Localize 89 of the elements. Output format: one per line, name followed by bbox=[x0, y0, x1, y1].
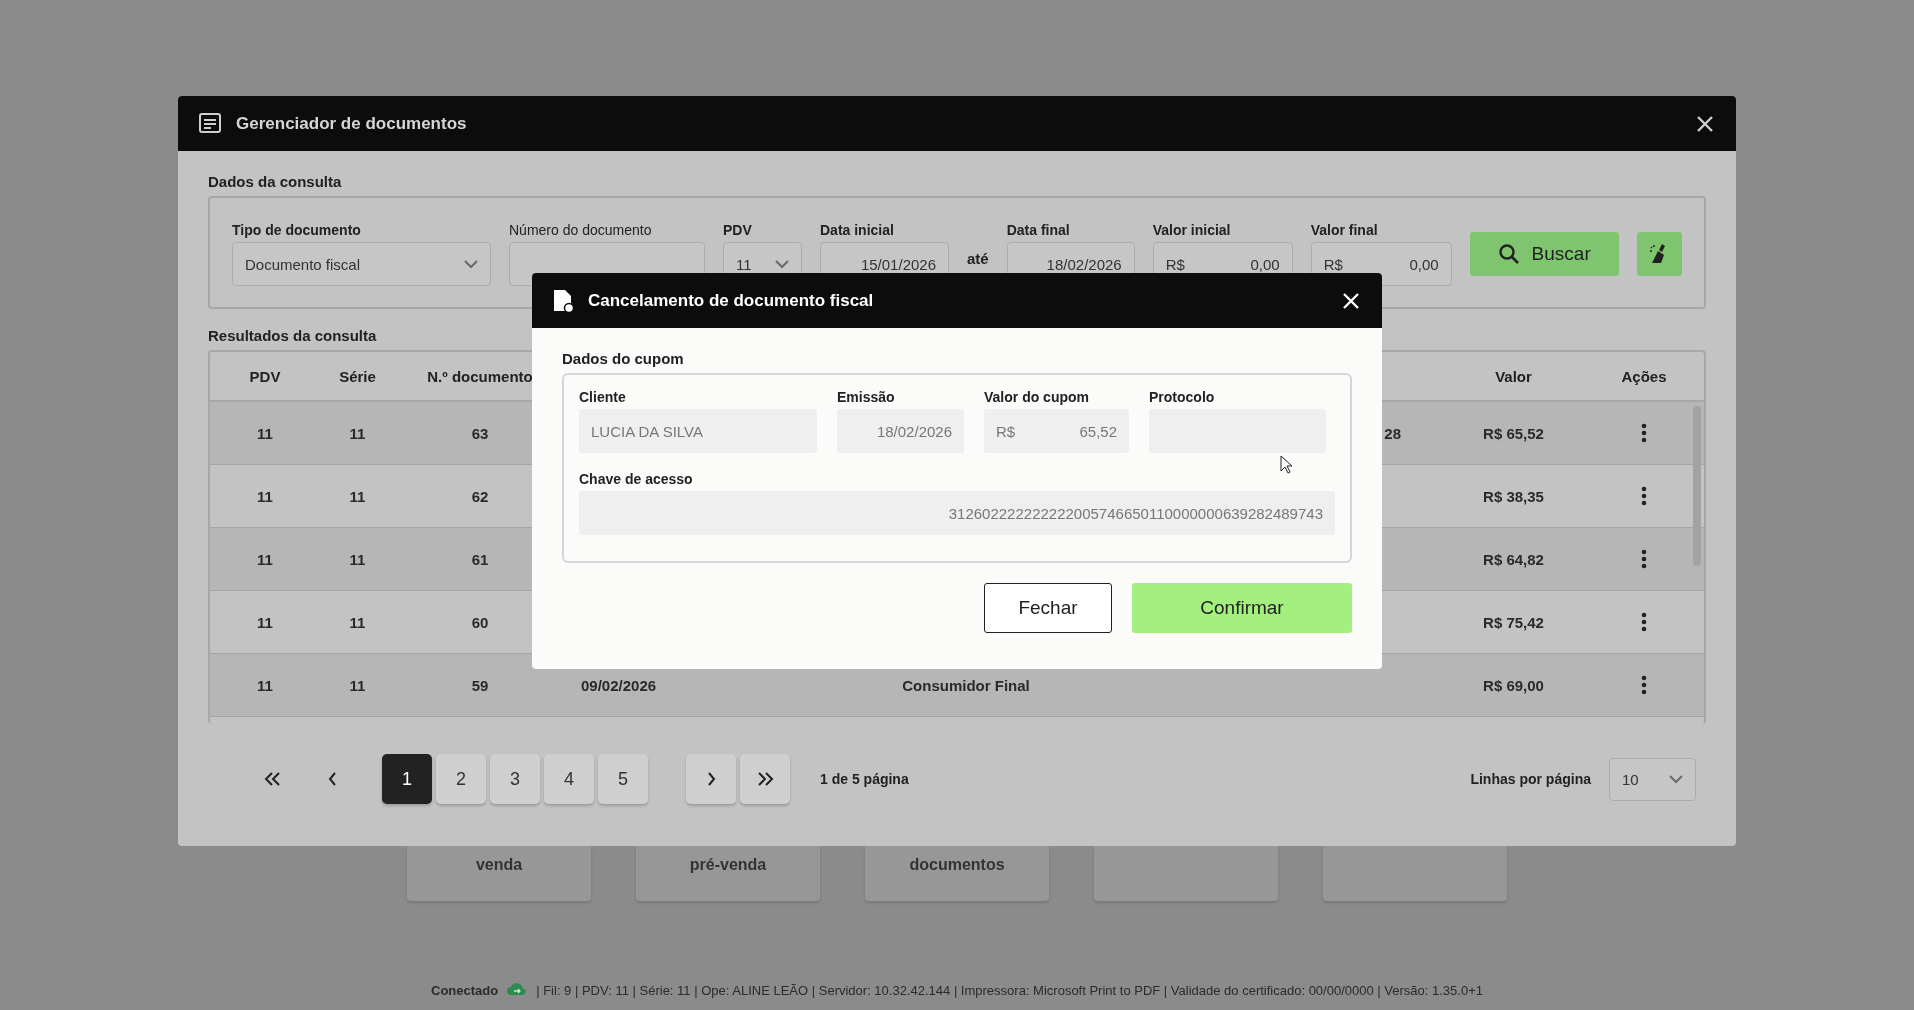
field-label: Data final bbox=[1006, 222, 1071, 238]
table-cell-text: 11 bbox=[256, 676, 274, 694]
table-cell-text: 61 bbox=[470, 550, 490, 568]
column-header: Ações bbox=[1620, 367, 1668, 385]
more-options-icon[interactable] bbox=[1639, 673, 1649, 697]
table-cell-text: 11 bbox=[348, 676, 367, 694]
menu-tile[interactable]: documentos bbox=[865, 846, 1049, 901]
menu-tile[interactable]: venda bbox=[407, 846, 591, 901]
section-title: Resultados da consulta bbox=[208, 327, 378, 344]
scrollbar[interactable] bbox=[1693, 406, 1701, 566]
clear-filters-button[interactable] bbox=[1636, 232, 1682, 276]
section-title: Dados do cupom bbox=[562, 350, 685, 367]
field-label: Emissão bbox=[837, 389, 896, 405]
table-cell-text: R$ 75,42 bbox=[1482, 613, 1545, 631]
search-button[interactable]: Buscar bbox=[1469, 232, 1619, 276]
connection-status: Conectado bbox=[431, 982, 499, 998]
field-label: Número do documento bbox=[509, 222, 653, 238]
chevron-down-icon bbox=[775, 259, 789, 269]
page-button[interactable]: 4 bbox=[544, 754, 594, 804]
table-cell-text: 59 bbox=[470, 676, 490, 694]
page-button[interactable]: 3 bbox=[490, 754, 540, 804]
more-options-icon[interactable] bbox=[1639, 421, 1649, 445]
chevron-left-icon bbox=[328, 772, 338, 786]
table-cell-text: 11 bbox=[256, 613, 274, 631]
search-icon bbox=[1497, 243, 1520, 265]
field-label: Cliente bbox=[579, 389, 627, 405]
table-cell-text: R$ 65,52 bbox=[1482, 424, 1545, 442]
menu-tile[interactable]: pré-venda bbox=[636, 846, 820, 901]
more-options-icon[interactable] bbox=[1639, 547, 1649, 571]
page-button[interactable]: 1 bbox=[382, 754, 432, 804]
close-dialog-button[interactable]: Fechar bbox=[984, 583, 1112, 633]
more-options-icon[interactable] bbox=[1639, 610, 1649, 634]
rows-per-page-label: Linhas por página bbox=[1470, 771, 1591, 787]
field-label: Valor inicial bbox=[1152, 222, 1232, 238]
access-key-field: 312602222222222005746650110000000639282489743 bbox=[579, 491, 1335, 535]
table-cell-text: R$ 64,82 bbox=[1482, 550, 1545, 568]
field-label: Valor do cupom bbox=[984, 389, 1090, 405]
table-cell-text: 28 bbox=[1383, 424, 1402, 442]
more-options-icon[interactable] bbox=[1639, 484, 1649, 508]
field-label: Valor final bbox=[1310, 222, 1379, 238]
section-title: Dados da consulta bbox=[208, 173, 343, 190]
cloud-sync-icon bbox=[506, 982, 529, 998]
read-only-field: LUCIA DA SILVA bbox=[579, 409, 817, 453]
field-label: Data inicial bbox=[820, 222, 895, 238]
chevron-down-icon bbox=[1669, 774, 1683, 784]
page-button[interactable]: 2 bbox=[436, 754, 486, 804]
table-cell-text: 60 bbox=[470, 613, 490, 631]
table-cell-text: Consumidor Final bbox=[901, 676, 1031, 694]
table-cell-text: 09/02/2026 bbox=[580, 676, 658, 694]
dropdown-field[interactable]: Documento fiscal bbox=[232, 242, 491, 286]
status-details: | Fil: 9 | PDV: 11 | Série: 11 | Ope: ALINE LEÃO | Servidor: 10.32.42.144 | Impressora: Microsoft Print to PDF | Validade do certificado: 00/00/0000 | Versão: 1.35.0+1 bbox=[536, 982, 1483, 998]
confirm-button[interactable]: Confirmar bbox=[1132, 583, 1352, 633]
read-only-field: 18/02/2026 bbox=[837, 409, 964, 453]
table-cell-text: R$ 38,35 bbox=[1482, 487, 1545, 505]
dialog-title: Cancelamento de documento fiscal bbox=[588, 290, 875, 311]
table-cell-text: 11 bbox=[348, 550, 367, 568]
table-cell-text: 63 bbox=[470, 424, 490, 442]
window-title: Gerenciador de documentos bbox=[236, 113, 468, 134]
table-cell-text: 11 bbox=[348, 613, 367, 631]
column-header: Valor bbox=[1494, 367, 1533, 385]
menu-tile[interactable] bbox=[1094, 846, 1278, 901]
field-label: Tipo de documento bbox=[232, 222, 362, 238]
last-page-button[interactable] bbox=[740, 754, 790, 804]
field-label: Protocolo bbox=[1149, 389, 1216, 405]
mouse-pointer-icon bbox=[1280, 455, 1294, 475]
table-cell-text: 11 bbox=[348, 487, 367, 505]
menu-tile[interactable] bbox=[1323, 846, 1507, 901]
field-label: Chave de acesso bbox=[579, 471, 694, 487]
double-chevron-left-icon bbox=[264, 772, 282, 786]
table-cell-text: 11 bbox=[348, 424, 367, 442]
table-cell-text: 62 bbox=[470, 487, 490, 505]
read-only-field: R$ 65,52 bbox=[984, 409, 1129, 453]
column-header: Série bbox=[338, 367, 377, 385]
document-list-icon bbox=[198, 111, 222, 136]
field-label: PDV bbox=[723, 222, 753, 238]
table-cell-text: 11 bbox=[256, 487, 274, 505]
rows-per-page-dropdown[interactable]: 10 bbox=[1609, 757, 1696, 801]
chevron-down-icon bbox=[464, 259, 478, 269]
table-cell-text: 11 bbox=[256, 550, 274, 568]
table-cell-text: 11 bbox=[256, 424, 274, 442]
double-chevron-right-icon bbox=[756, 772, 774, 786]
table-cell-text: R$ 69,00 bbox=[1482, 676, 1545, 694]
page-summary: 1 de 5 página bbox=[820, 771, 909, 787]
page-button[interactable]: 5 bbox=[598, 754, 648, 804]
column-header: PDV bbox=[248, 367, 282, 385]
document-icon bbox=[552, 288, 574, 313]
chevron-right-icon bbox=[706, 772, 716, 786]
column-header: N.º documento bbox=[426, 367, 534, 385]
range-separator: até bbox=[967, 250, 989, 267]
